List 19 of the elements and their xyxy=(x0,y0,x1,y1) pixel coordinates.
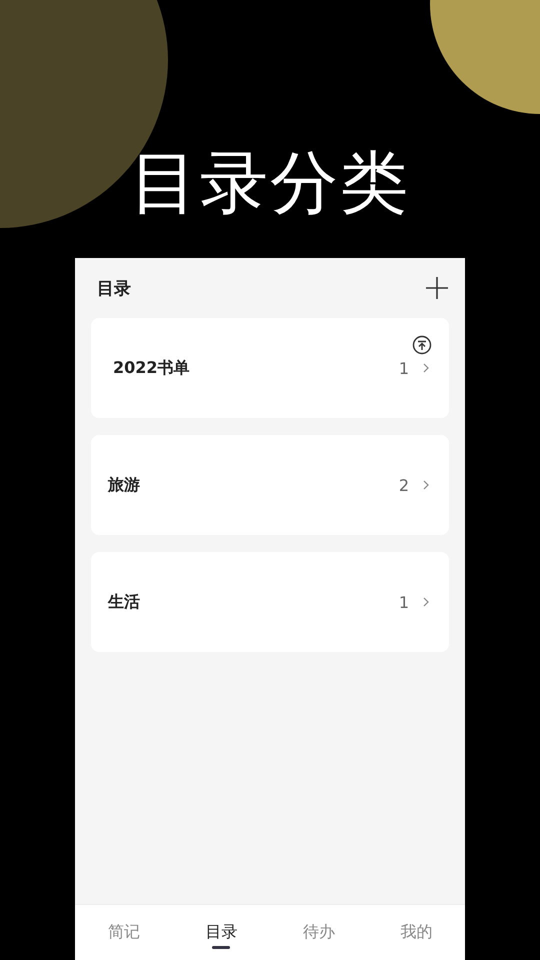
tab[interactable]: 简记 xyxy=(75,905,172,960)
folder-name: 生活 xyxy=(108,592,141,612)
folder-name: 旅游 xyxy=(108,474,141,496)
folder-card[interactable]: 旅游 2 xyxy=(91,435,449,535)
tab[interactable]: 待办 xyxy=(270,905,368,960)
headline: 目录分类 xyxy=(130,143,410,225)
chevron-icon xyxy=(423,597,429,607)
add-icon[interactable] xyxy=(425,276,449,300)
folder-count: 1 xyxy=(398,592,409,612)
folder-count: 1 xyxy=(398,358,409,378)
folder-card[interactable]: 生活 1 xyxy=(91,552,449,652)
folder-name: 2022书单 xyxy=(112,358,191,378)
tab[interactable]: 我的 xyxy=(368,905,465,960)
folder-count: 2 xyxy=(398,476,409,494)
screen-title: 目录 xyxy=(97,278,131,300)
chevron-icon xyxy=(423,480,429,490)
tab[interactable]: 目录 xyxy=(172,905,270,960)
chevron-icon xyxy=(423,363,429,373)
folder-card[interactable]: 2022书单 1 xyxy=(91,318,449,418)
